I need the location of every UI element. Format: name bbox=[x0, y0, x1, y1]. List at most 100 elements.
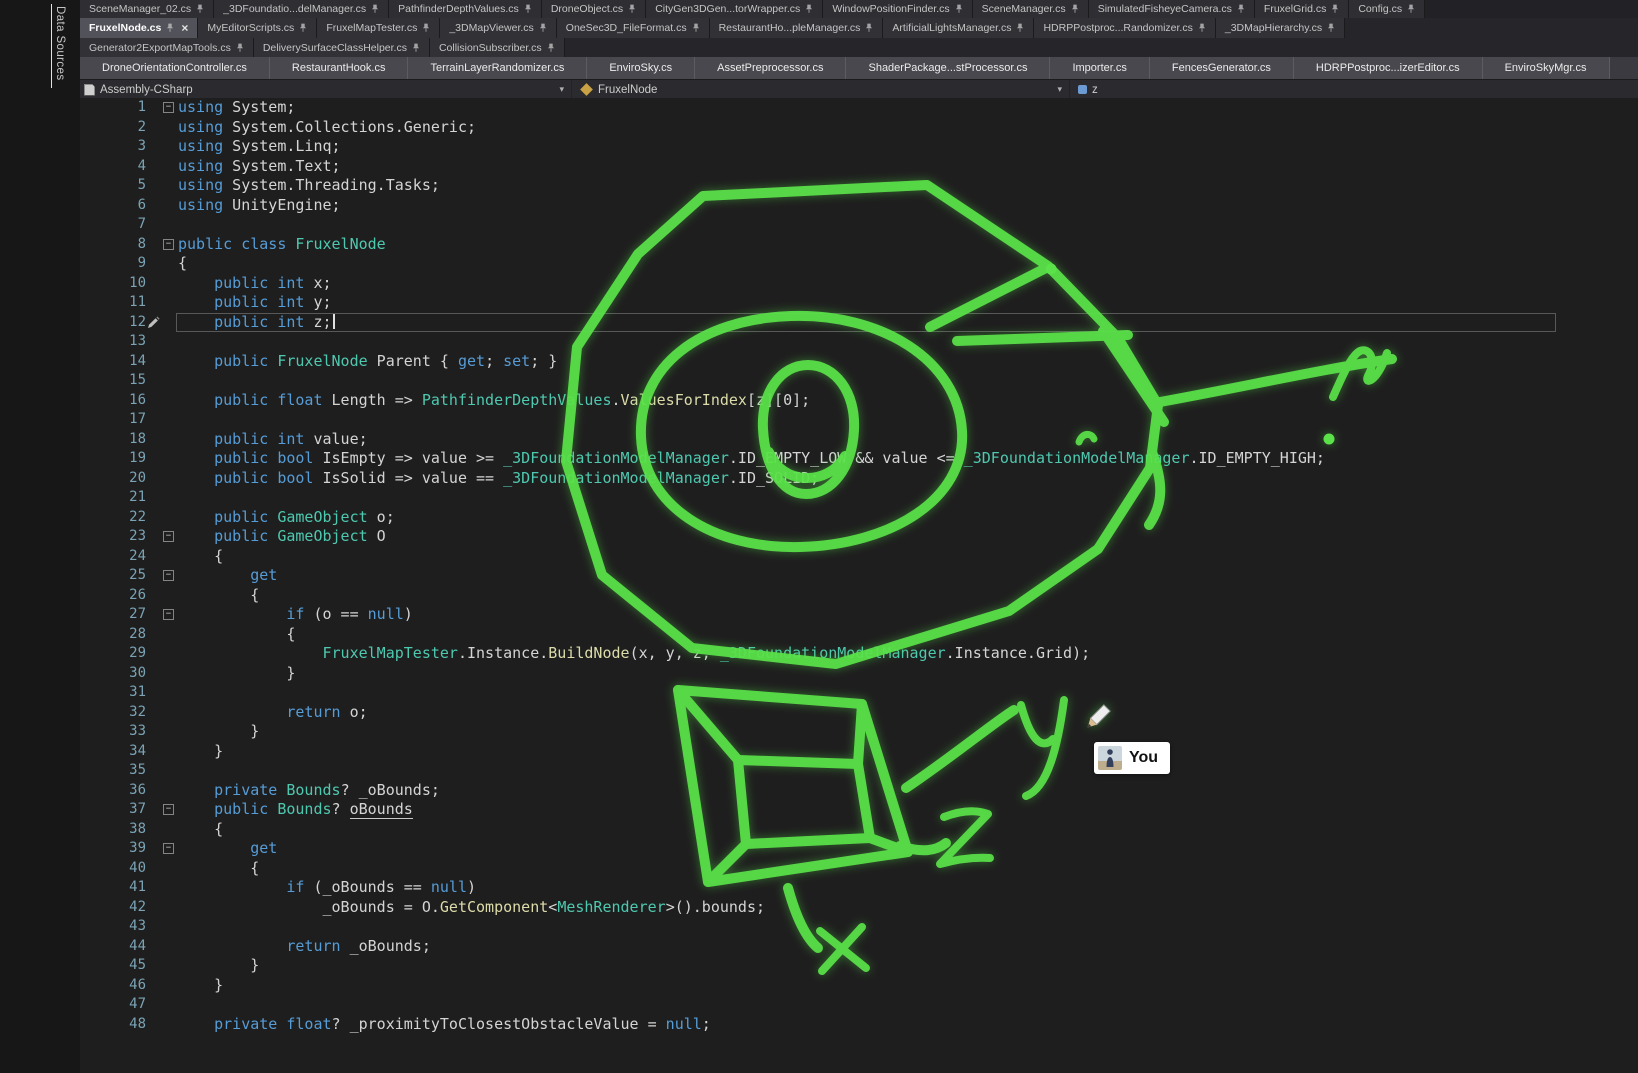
editor-tab[interactable]: EnviroSkyMgr.cs bbox=[1483, 57, 1610, 79]
pin-icon[interactable] bbox=[865, 23, 873, 33]
editor-tab[interactable]: DroneOrientationController.cs bbox=[80, 57, 270, 79]
editor-tab[interactable]: TerrainLayerRandomizer.cs bbox=[408, 57, 587, 79]
pin-icon[interactable] bbox=[692, 23, 700, 33]
fold-toggle[interactable]: − bbox=[163, 609, 174, 620]
code-line[interactable]: 16 public float Length => PathfinderDept… bbox=[80, 391, 1638, 411]
code-line[interactable]: 48 private float? _proximityToClosestObs… bbox=[80, 1015, 1638, 1035]
editor-tab[interactable]: OneSec3D_FileFormat.cs bbox=[557, 18, 710, 38]
editor-tab[interactable]: SceneManager_02.cs bbox=[80, 0, 214, 18]
editor-tab[interactable]: ShaderPackage...stProcessor.cs bbox=[846, 57, 1050, 79]
pin-icon[interactable] bbox=[628, 4, 636, 14]
code-line[interactable]: 31 bbox=[80, 683, 1638, 703]
code-line[interactable]: 35 bbox=[80, 761, 1638, 781]
code-line[interactable]: 44 return _oBounds; bbox=[80, 937, 1638, 957]
code-line[interactable]: 22 public GameObject o; bbox=[80, 508, 1638, 528]
pin-icon[interactable] bbox=[371, 4, 379, 14]
code-line[interactable]: 37− public Bounds? oBounds bbox=[80, 800, 1638, 820]
code-line[interactable]: 21 bbox=[80, 488, 1638, 508]
editor-tab[interactable]: Config.cs bbox=[1349, 0, 1425, 18]
editor-tab[interactable]: WindowPositionFinder.cs bbox=[823, 0, 972, 18]
pin-icon[interactable] bbox=[412, 43, 420, 53]
editor-tab[interactable]: EnviroSky.cs bbox=[587, 57, 695, 79]
editor-tab[interactable]: HDRPPostproc...izerEditor.cs bbox=[1294, 57, 1483, 79]
editor-tab[interactable]: Generator2ExportMapTools.cs bbox=[80, 38, 254, 57]
editor-tab[interactable]: FencesGenerator.cs bbox=[1150, 57, 1294, 79]
pin-icon[interactable] bbox=[299, 23, 307, 33]
editor-tab[interactable]: CollisionSubscriber.cs bbox=[430, 38, 565, 57]
editor-tab[interactable]: HDRPPostproc...Randomizer.cs bbox=[1034, 18, 1215, 38]
pin-icon[interactable] bbox=[1237, 4, 1245, 14]
code-line[interactable]: 38 { bbox=[80, 820, 1638, 840]
code-line[interactable]: 32 return o; bbox=[80, 703, 1638, 723]
code-line[interactable]: 13 bbox=[80, 332, 1638, 352]
code-line[interactable]: 39− get bbox=[80, 839, 1638, 859]
code-line[interactable]: 18 public int value; bbox=[80, 430, 1638, 450]
editor-tab[interactable]: SceneManager.cs bbox=[973, 0, 1089, 18]
editor-tab[interactable]: DroneObject.cs bbox=[542, 0, 646, 18]
code-line[interactable]: 26 { bbox=[80, 586, 1638, 606]
code-line[interactable]: 29 FruxelMapTester.Instance.BuildNode(x,… bbox=[80, 644, 1638, 664]
pin-icon[interactable] bbox=[166, 23, 174, 33]
editor-tab[interactable]: Importer.cs bbox=[1050, 57, 1149, 79]
code-line[interactable]: 5using System.Threading.Tasks; bbox=[80, 176, 1638, 196]
pin-icon[interactable] bbox=[1198, 23, 1206, 33]
pin-icon[interactable] bbox=[1331, 4, 1339, 14]
code-line[interactable]: 2using System.Collections.Generic; bbox=[80, 118, 1638, 138]
member-dropdown[interactable]: z bbox=[1070, 80, 1638, 99]
editor-tab[interactable]: DeliverySurfaceClassHelper.cs bbox=[254, 38, 430, 57]
code-line[interactable]: 19 public bool IsEmpty => value >= _3DFo… bbox=[80, 449, 1638, 469]
editor-tab[interactable]: MyEditorScripts.cs bbox=[198, 18, 317, 38]
pin-icon[interactable] bbox=[524, 4, 532, 14]
pin-icon[interactable] bbox=[236, 43, 244, 53]
editor-tab[interactable]: RestaurantHook.cs bbox=[270, 57, 409, 79]
code-line[interactable]: 4using System.Text; bbox=[80, 157, 1638, 177]
code-line[interactable]: 15 bbox=[80, 371, 1638, 391]
pin-icon[interactable] bbox=[1327, 23, 1335, 33]
code-line[interactable]: 10 public int x; bbox=[80, 274, 1638, 294]
code-line[interactable]: 6using UnityEngine; bbox=[80, 196, 1638, 216]
pin-icon[interactable] bbox=[1071, 4, 1079, 14]
code-line[interactable]: 34 } bbox=[80, 742, 1638, 762]
editor-tab[interactable]: FruxelMapTester.cs bbox=[317, 18, 440, 38]
type-dropdown[interactable]: FruxelNode ▾ bbox=[572, 80, 1070, 99]
pin-icon[interactable] bbox=[1407, 4, 1415, 14]
editor-tab[interactable]: SimulatedFisheyeCamera.cs bbox=[1089, 0, 1255, 18]
project-dropdown[interactable]: Assembly-CSharp ▾ bbox=[80, 80, 572, 99]
fold-toggle[interactable]: − bbox=[163, 804, 174, 815]
editor-tab[interactable]: AssetPreprocessor.cs bbox=[695, 57, 846, 79]
code-line[interactable]: 28 { bbox=[80, 625, 1638, 645]
code-line[interactable]: 33 } bbox=[80, 722, 1638, 742]
fold-toggle[interactable]: − bbox=[163, 843, 174, 854]
pin-icon[interactable] bbox=[805, 4, 813, 14]
code-line[interactable]: 17 bbox=[80, 410, 1638, 430]
fold-toggle[interactable]: − bbox=[163, 531, 174, 542]
code-line[interactable]: 40 { bbox=[80, 859, 1638, 879]
editor-tab[interactable]: _3DFoundatio...delManager.cs bbox=[214, 0, 389, 18]
editor-tab[interactable]: RestaurantHo...pleManager.cs bbox=[710, 18, 884, 38]
tool-tab-data-sources[interactable]: Data Sources bbox=[51, 4, 67, 88]
editor-tab[interactable]: PathfinderDepthValues.cs bbox=[389, 0, 542, 18]
pin-icon[interactable] bbox=[422, 23, 430, 33]
code-line[interactable]: 41 if (_oBounds == null) bbox=[80, 878, 1638, 898]
code-line[interactable]: 12 public int z; bbox=[80, 313, 1638, 333]
code-line[interactable]: 9{ bbox=[80, 254, 1638, 274]
code-line[interactable]: 45 } bbox=[80, 956, 1638, 976]
code-line[interactable]: 25− get bbox=[80, 566, 1638, 586]
editor-tab[interactable]: FruxelGrid.cs bbox=[1255, 0, 1349, 18]
code-line[interactable]: 20 public bool IsSolid => value == _3DFo… bbox=[80, 469, 1638, 489]
code-line[interactable]: 23− public GameObject O bbox=[80, 527, 1638, 547]
code-line[interactable]: 36 private Bounds? _oBounds; bbox=[80, 781, 1638, 801]
fold-toggle[interactable]: − bbox=[163, 239, 174, 250]
editor-tab[interactable]: ArtificialLightsManager.cs bbox=[883, 18, 1034, 38]
fold-toggle[interactable]: − bbox=[163, 570, 174, 581]
pin-icon[interactable] bbox=[1016, 23, 1024, 33]
code-line[interactable]: 27− if (o == null) bbox=[80, 605, 1638, 625]
code-line[interactable]: 43 bbox=[80, 917, 1638, 937]
code-line[interactable]: 1−using System; bbox=[80, 98, 1638, 118]
pin-icon[interactable] bbox=[955, 4, 963, 14]
code-line[interactable]: 30 } bbox=[80, 664, 1638, 684]
pin-icon[interactable] bbox=[196, 4, 204, 14]
code-line[interactable]: 42 _oBounds = O.GetComponent<MeshRendere… bbox=[80, 898, 1638, 918]
editor-tab[interactable]: _3DMapHierarchy.cs bbox=[1216, 18, 1345, 38]
code-line[interactable]: 11 public int y; bbox=[80, 293, 1638, 313]
